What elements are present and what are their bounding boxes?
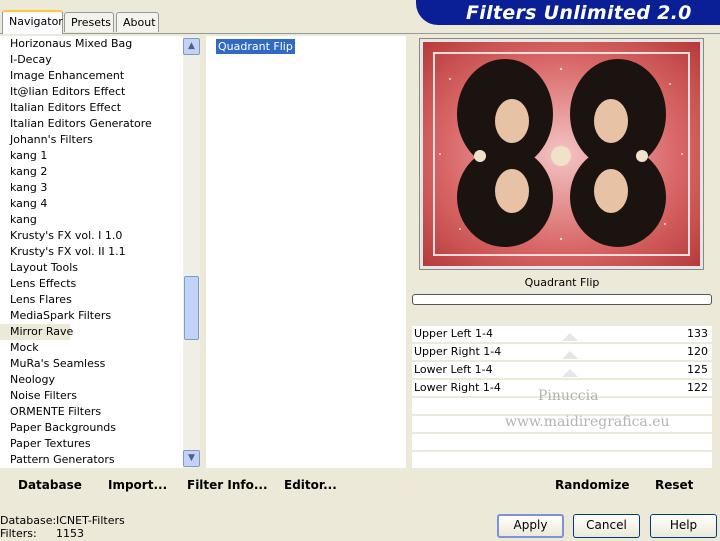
filter-category-item[interactable]: Krusty's FX vol. I 1.0	[0, 228, 183, 244]
param-row-empty	[412, 434, 712, 452]
preview-artwork	[420, 39, 703, 269]
scroll-up-button[interactable]: ▲	[183, 38, 200, 55]
effects-list[interactable]: Quadrant Flip	[206, 36, 406, 468]
filter-category-item[interactable]: kang 1	[0, 148, 183, 164]
filter-category-item[interactable]: Mock	[0, 340, 183, 356]
tab-presets[interactable]: Presets	[64, 12, 114, 32]
param-row[interactable]: Upper Right 1-4 120	[412, 344, 712, 362]
cancel-button[interactable]: Cancel	[573, 514, 640, 538]
watermark-url: www.maidiregrafica.eu	[505, 414, 670, 430]
param-value: 122	[687, 381, 708, 394]
app-title-banner: Filters Unlimited 2.0	[416, 0, 720, 25]
param-label: Lower Right 1-4	[414, 381, 501, 394]
filter-category-item[interactable]: Horizonaus Mixed Bag	[0, 36, 183, 52]
effect-item-selected[interactable]: Quadrant Flip	[216, 39, 295, 54]
database-button[interactable]: Database	[18, 478, 82, 492]
param-value: 133	[687, 327, 708, 340]
tab-about[interactable]: About	[116, 12, 159, 32]
reset-button[interactable]: Reset	[655, 478, 693, 492]
apply-button[interactable]: Apply	[497, 514, 564, 538]
filter-category-item[interactable]: Krusty's FX vol. II 1.1	[0, 244, 183, 260]
filter-category-item[interactable]: Italian Editors Effect	[0, 100, 183, 116]
help-button[interactable]: Help	[650, 514, 717, 538]
param-row[interactable]: Lower Left 1-4 125	[412, 362, 712, 380]
scroll-thumb[interactable]	[184, 276, 199, 340]
filter-category-item[interactable]: I-Decay	[0, 52, 183, 68]
param-value: 120	[687, 345, 708, 358]
import-button[interactable]: Import...	[108, 478, 167, 492]
filters-count: 1153	[56, 527, 84, 540]
randomize-button[interactable]: Randomize	[555, 478, 629, 492]
filter-category-item[interactable]: kang 3	[0, 180, 183, 196]
param-label: Upper Left 1-4	[414, 327, 493, 340]
filter-category-item[interactable]: Paper Backgrounds	[0, 420, 183, 436]
watermark-name: Pinuccia	[538, 388, 599, 404]
editor-button[interactable]: Editor...	[284, 478, 337, 492]
filter-category-item[interactable]: kang	[0, 212, 183, 228]
param-label: Upper Right 1-4	[414, 345, 502, 358]
filter-category-item[interactable]: Noise Filters	[0, 388, 183, 404]
param-row-empty	[412, 452, 712, 470]
filter-category-item[interactable]: ORMENTE Filters	[0, 404, 183, 420]
filter-category-item[interactable]: MuRa's Seamless	[0, 356, 183, 372]
filter-category-list[interactable]: Horizonaus Mixed Bag I-Decay Image Enhance…	[0, 36, 183, 468]
filter-category-item[interactable]: Image Enhancement	[0, 68, 183, 84]
database-value: ICNET-Filters	[56, 514, 125, 527]
filter-category-item[interactable]: MediaSpark Filters	[0, 308, 183, 324]
filter-category-item[interactable]: Johann's Filters	[0, 132, 183, 148]
param-value: 125	[687, 363, 708, 376]
filter-category-item[interactable]: kang 2	[0, 164, 183, 180]
filter-category-item[interactable]: kang 4	[0, 196, 183, 212]
filter-category-item[interactable]: Neology	[0, 372, 183, 388]
filter-category-item[interactable]: Lens Flares	[0, 292, 183, 308]
param-label: Lower Left 1-4	[414, 363, 493, 376]
filter-category-item[interactable]: Mirror Rave	[0, 324, 73, 340]
param-row[interactable]: Upper Left 1-4 133	[412, 326, 712, 344]
filter-info-button[interactable]: Filter Info...	[187, 478, 268, 492]
filter-category-item[interactable]: Pattern Generators	[0, 452, 183, 468]
filter-category-item[interactable]: Paper Textures	[0, 436, 183, 452]
filters-label: Filters:	[0, 527, 37, 540]
progress-bar	[412, 294, 712, 305]
preview-image	[419, 38, 704, 270]
filter-category-item[interactable]: Italian Editors Generatore	[0, 116, 183, 132]
filter-list-scrollbar[interactable]: ▲ ▼	[183, 36, 200, 468]
tab-navigator[interactable]: Navigator	[2, 10, 63, 34]
filter-category-item[interactable]: Lens Effects	[0, 276, 183, 292]
database-label: Database:	[0, 514, 57, 527]
filter-category-item[interactable]: It@lian Editors Effect	[0, 84, 183, 100]
preview-title: Quadrant Flip	[524, 276, 600, 289]
filter-category-item[interactable]: Layout Tools	[0, 260, 183, 276]
scroll-down-button[interactable]: ▼	[183, 450, 200, 467]
